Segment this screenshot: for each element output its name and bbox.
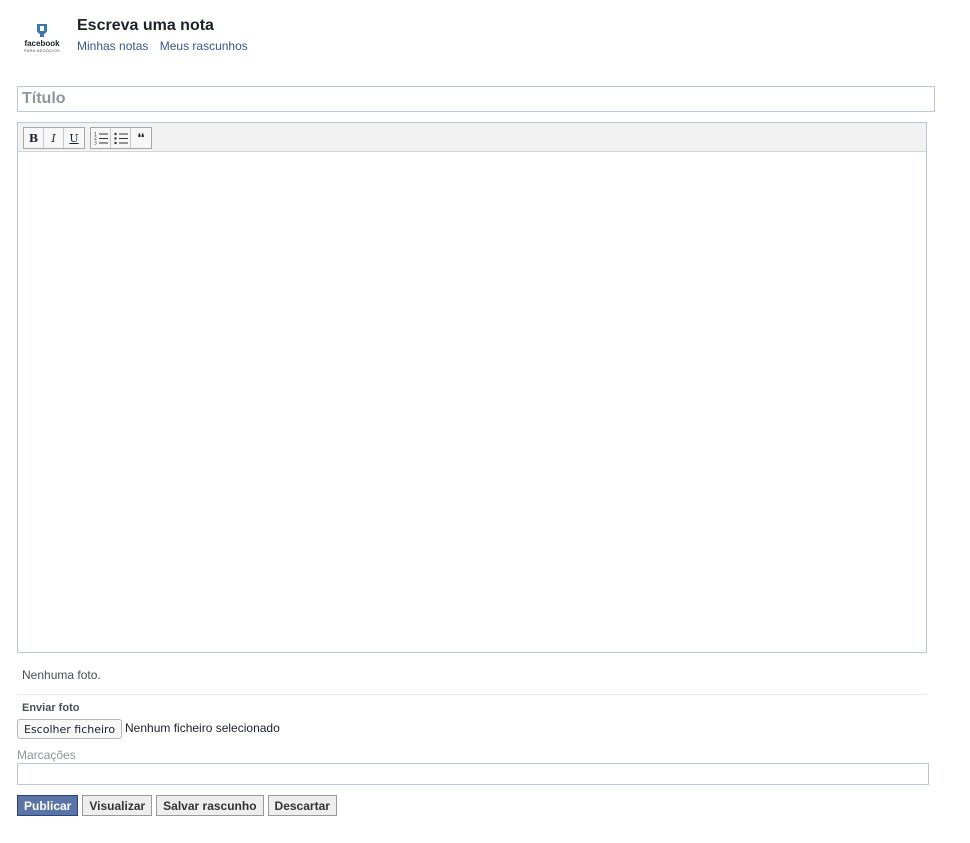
preview-button[interactable]: Visualizar [82, 795, 153, 816]
italic-button[interactable]: I [44, 128, 64, 148]
page-title: Escreva uma nota [77, 17, 214, 34]
save-draft-button[interactable]: Salvar rascunho [156, 795, 264, 816]
my-notes-link[interactable]: Minhas notas [77, 39, 148, 53]
header-links: Minhas notas Meus rascunhos [77, 39, 256, 53]
facebook-logo-icon [37, 24, 47, 37]
tags-input[interactable] [17, 763, 929, 785]
my-drafts-link[interactable]: Meus rascunhos [160, 39, 248, 53]
logo-subtitle: PARA NEGÓCIOS [24, 48, 60, 53]
publish-button[interactable]: Publicar [17, 795, 79, 816]
ordered-list-icon: 1 2 3 [94, 132, 108, 146]
note-editor: B I U 1 2 3 ❛❛ [17, 122, 927, 653]
upload-photo-label: Enviar foto [22, 702, 80, 714]
svg-text:3: 3 [94, 141, 97, 146]
note-body-editor[interactable] [18, 152, 926, 652]
note-title-input[interactable] [17, 86, 935, 112]
no-photo-text: Nenhuma foto. [22, 668, 101, 682]
bold-button[interactable]: B [24, 128, 44, 148]
quote-button[interactable]: ❛❛ [131, 128, 151, 148]
bullet-list-icon [113, 132, 128, 145]
list-format-group: 1 2 3 ❛❛ [90, 127, 152, 149]
editor-toolbar: B I U 1 2 3 ❛❛ [18, 123, 926, 152]
facebook-for-business-logo: facebook PARA NEGÓCIOS [20, 22, 64, 58]
text-format-group: B I U [23, 127, 85, 149]
logo-wordmark: facebook [24, 39, 60, 48]
bullet-list-button[interactable] [111, 128, 131, 148]
underline-button[interactable]: U [64, 128, 84, 148]
choose-file-button[interactable]: Escolher ficheiro [17, 719, 123, 739]
divider [17, 694, 927, 695]
discard-button[interactable]: Descartar [267, 795, 337, 816]
tags-label: Marcações [17, 748, 76, 762]
file-status-text: Nenhum ficheiro selecionado [125, 721, 280, 735]
ordered-list-button[interactable]: 1 2 3 [91, 128, 111, 148]
action-buttons: Publicar Visualizar Salvar rascunho Desc… [17, 795, 337, 816]
